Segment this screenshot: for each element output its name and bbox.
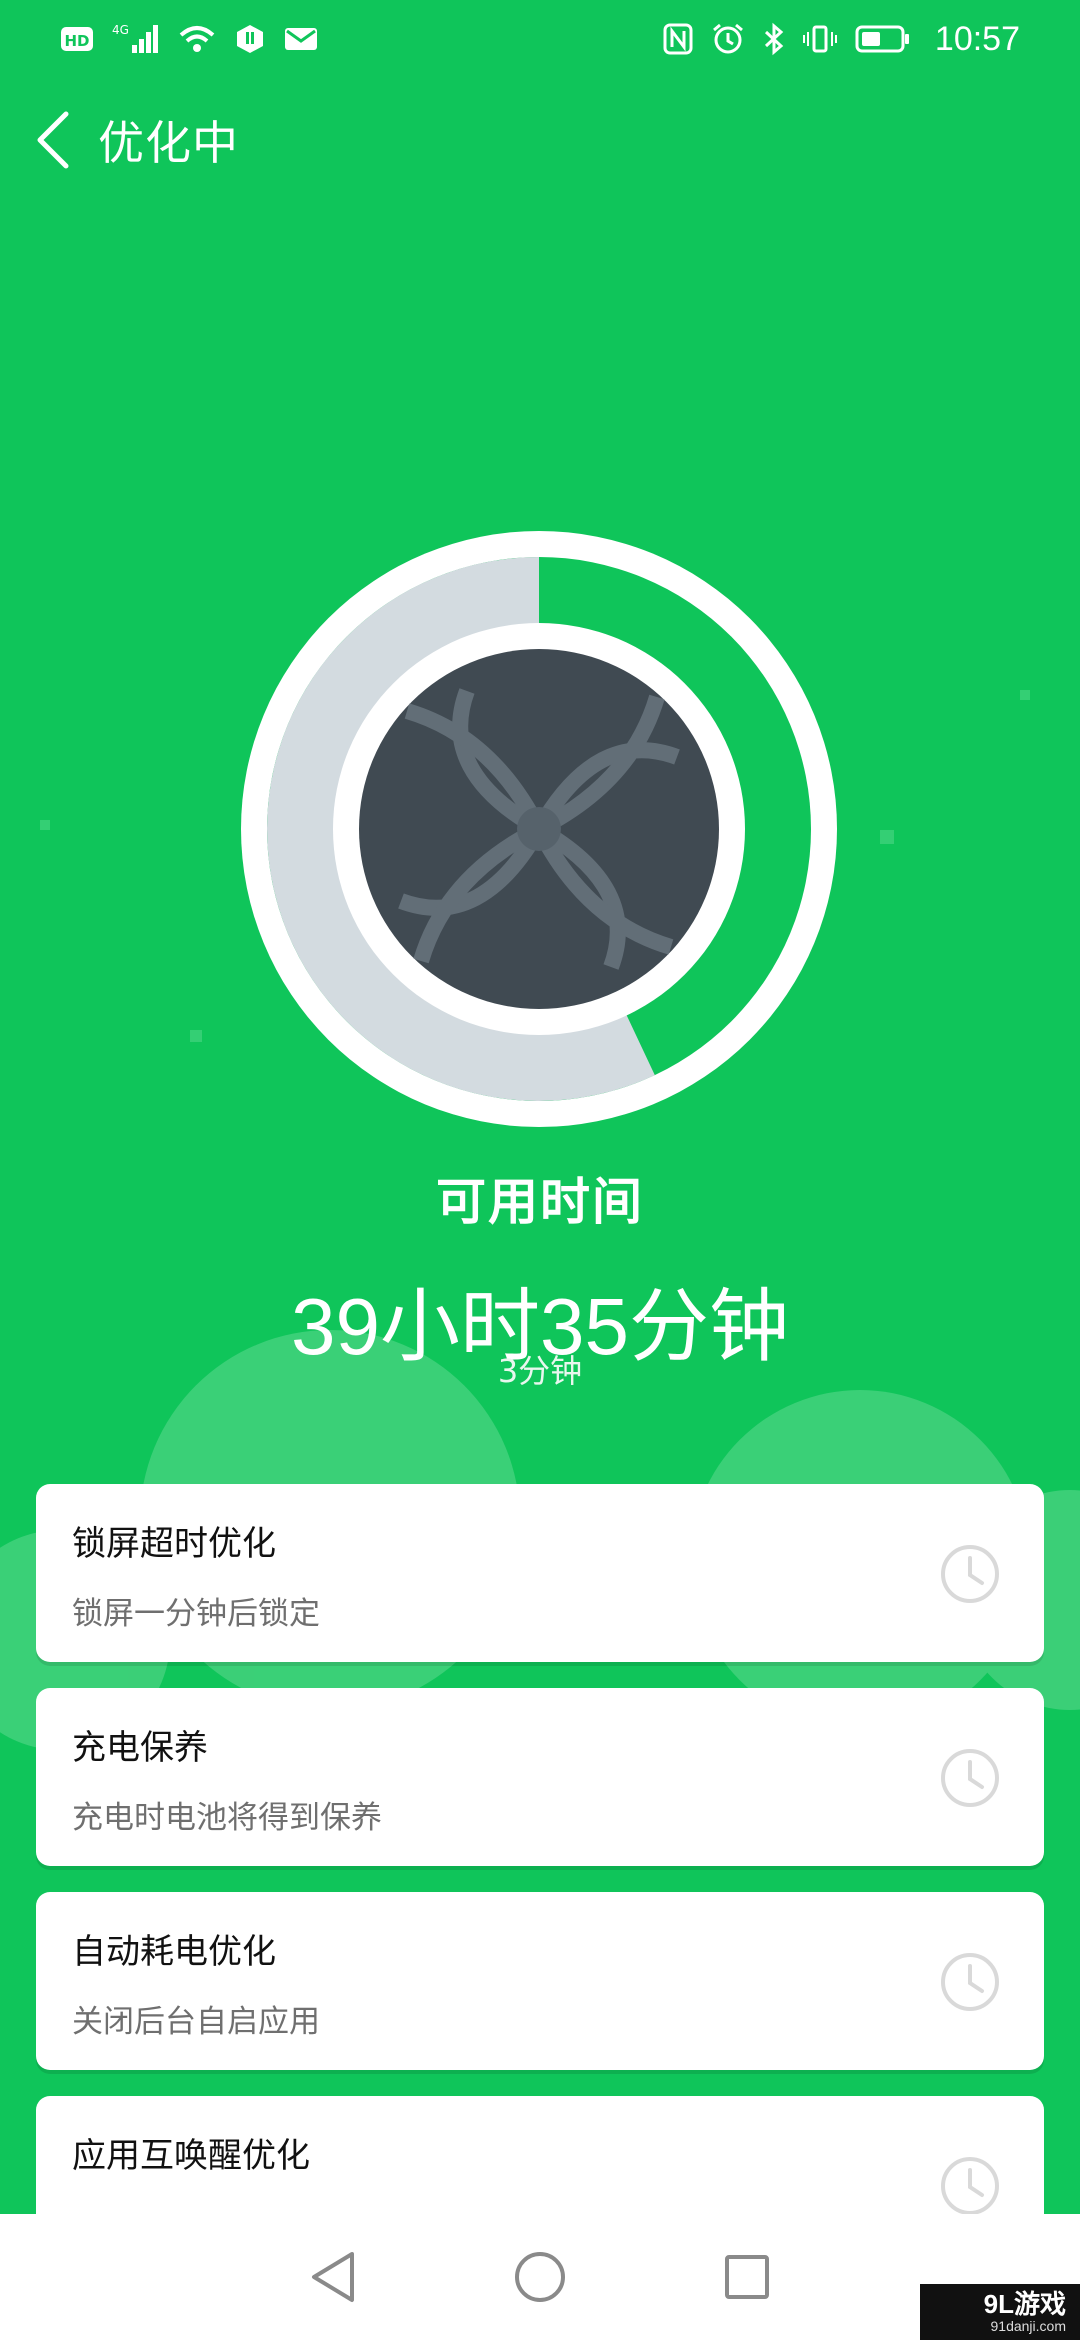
clock-icon xyxy=(941,2157,999,2215)
card-desc: 充电时电池将得到保养 xyxy=(72,1800,382,1836)
available-time-sub: 3分钟 xyxy=(497,1352,583,1390)
card-auto-power-optimization[interactable]: 自动耗电优化 关闭后台自启应用 xyxy=(36,1892,1044,2070)
status-right: 10:57 xyxy=(663,20,1020,59)
spiral-core xyxy=(517,807,561,851)
wifi-icon xyxy=(178,23,216,55)
nav-back-button[interactable] xyxy=(298,2242,368,2312)
gauge-graphic xyxy=(241,531,837,1127)
card-desc: 锁屏一分钟后锁定 xyxy=(72,1596,320,1632)
card-title: 充电保养 xyxy=(72,1728,208,1768)
back-arrow-icon xyxy=(37,111,69,169)
card-title: 自动耗电优化 xyxy=(72,1932,276,1972)
available-time-label: 可用时间 xyxy=(436,1173,644,1231)
back-button[interactable] xyxy=(24,105,84,175)
circle-home-icon xyxy=(514,2252,565,2302)
watermark-site: 91danji.com xyxy=(990,2318,1067,2334)
clock-icon xyxy=(941,1749,999,1807)
optimization-list: 锁屏超时优化 锁屏一分钟后锁定 充电保养 充电时电池将得到保养 自动耗电优化 关… xyxy=(36,1484,1044,2272)
signal-icon: 4G xyxy=(112,21,160,57)
status-left: HD 4G xyxy=(60,21,318,57)
clock-time: 10:57 xyxy=(934,19,1020,58)
vibrate-icon xyxy=(802,24,837,54)
site-watermark: 9L游戏 91danji.com xyxy=(920,2284,1080,2340)
card-desc: 关闭后台自启应用 xyxy=(72,2004,320,2040)
status-bar: HD 4G 10:57 xyxy=(0,0,1080,78)
hand-icon xyxy=(234,23,266,55)
nav-recents-button[interactable] xyxy=(712,2242,782,2312)
triangle-back-icon xyxy=(312,2252,355,2302)
navigation-bar xyxy=(0,2214,1080,2340)
network-label: 4G xyxy=(112,23,129,37)
card-title: 锁屏超时优化 xyxy=(72,1524,276,1564)
watermark-brand: 9L游戏 xyxy=(983,2289,1066,2319)
hd-label: HD xyxy=(64,32,89,50)
battery-icon xyxy=(855,24,911,54)
title-bar: 优化中 xyxy=(0,100,1080,180)
square-recents-icon xyxy=(724,2255,769,2299)
page-title: 优化中 xyxy=(98,116,239,170)
battery-gauge xyxy=(237,527,841,1131)
card-charging-care[interactable]: 充电保养 充电时电池将得到保养 xyxy=(36,1688,1044,1866)
card-title: 应用互唤醒优化 xyxy=(72,2136,310,2176)
clock-icon xyxy=(941,1545,999,1603)
nfc-icon xyxy=(663,23,693,55)
nav-home-button[interactable] xyxy=(505,2242,575,2312)
mail-icon xyxy=(284,25,318,53)
card-lock-screen-timeout[interactable]: 锁屏超时优化 锁屏一分钟后锁定 xyxy=(36,1484,1044,1662)
bluetooth-icon xyxy=(763,22,785,56)
alarm-icon xyxy=(711,22,745,56)
hd-icon: HD xyxy=(60,25,94,53)
clock-icon xyxy=(941,1953,999,2011)
